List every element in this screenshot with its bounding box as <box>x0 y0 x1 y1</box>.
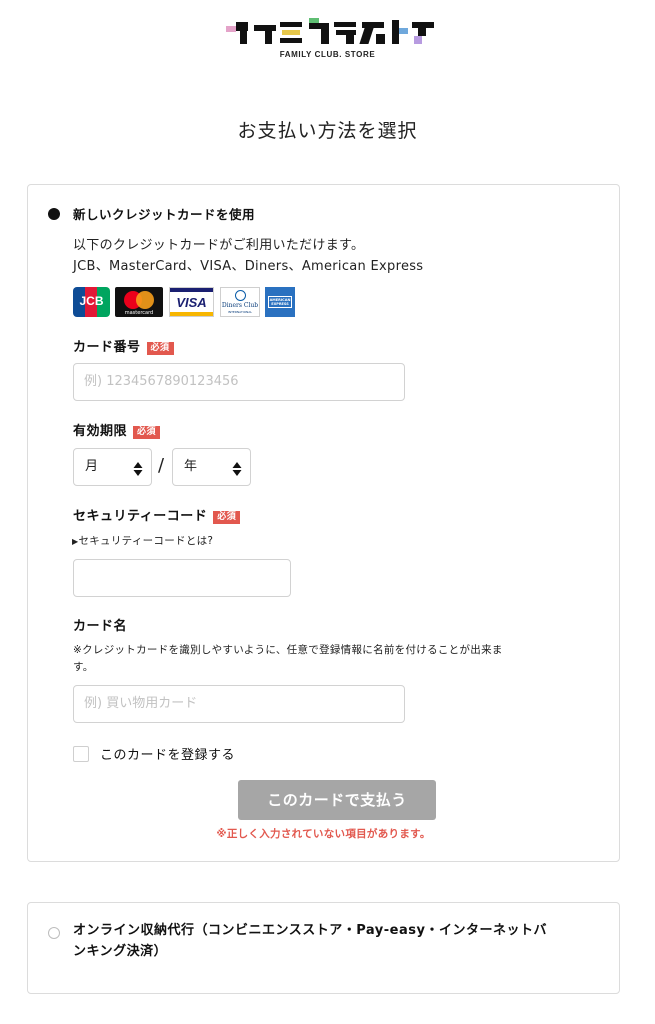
required-badge: 必須 <box>213 511 241 524</box>
security-code-input[interactable] <box>73 559 291 597</box>
expiry-month-value: 月 <box>85 459 99 474</box>
diners-logo-text: Diners Club <box>221 302 259 309</box>
amex-logo-text: AMERICAN EXPRESS <box>269 298 291 306</box>
accepted-cards-description: 以下のクレジットカードがご利用いただけます。 JCB、MasterCard、VI… <box>73 235 423 277</box>
card-number-input[interactable]: 例) 1234567890123456 <box>73 363 405 401</box>
select-arrows-icon <box>133 462 143 476</box>
security-code-help-link[interactable]: ▶セキュリティーコードとは? <box>72 533 213 550</box>
card-name-note: ※クレジットカードを識別しやすいように、任意で登録情報に名前を付けることが出来ま… <box>73 642 595 676</box>
mastercard-logo-icon: mastercard <box>115 287 163 317</box>
validation-error-message: ※正しく入力されていない項目があります。 <box>216 828 431 840</box>
store-logo[interactable]: FAMILY CLUB. STORE <box>0 12 655 59</box>
expiry-label: 有効期限 必須 <box>73 423 161 441</box>
diners-logo-subtext: INTERNATIONAL <box>227 310 253 314</box>
card-name-input[interactable]: 例) 買い物用カード <box>73 685 405 723</box>
page-title: お支払い方法を選択 <box>237 120 418 142</box>
security-code-help-text: セキュリティーコードとは? <box>78 535 214 547</box>
diners-club-logo-icon: Diners Club INTERNATIONAL <box>220 287 260 317</box>
online-payment-option-title[interactable]: オンライン収納代行（コンビニエンスストア・Pay-easy・インターネットバ ン… <box>73 920 593 962</box>
expiry-year-value: 年 <box>184 459 198 474</box>
expiry-month-select[interactable]: 月 <box>73 448 152 486</box>
security-code-label: セキュリティーコード 必須 <box>73 508 241 526</box>
credit-card-option-title[interactable]: 新しいクレジットカードを使用 <box>73 205 255 225</box>
jcb-logo-text: JCB <box>79 294 104 308</box>
card-number-label-text: カード番号 <box>73 340 141 355</box>
register-card-checkbox[interactable] <box>73 746 89 762</box>
visa-logo-icon: VISA <box>169 287 214 317</box>
mastercard-logo-text: mastercard <box>124 310 154 316</box>
description-line: JCB、MasterCard、VISA、Diners、American Expr… <box>73 259 424 274</box>
pay-with-card-button[interactable]: このカードで支払う <box>238 780 436 820</box>
american-express-logo-icon: AMERICAN EXPRESS <box>265 287 295 317</box>
card-name-label: カード名 <box>73 619 128 634</box>
expiry-year-select[interactable]: 年 <box>172 448 251 486</box>
online-payment-title-line: ンキング決済） <box>73 944 168 959</box>
online-payment-title-line: オンライン収納代行（コンビニエンスストア・Pay-easy・インターネットバ <box>73 923 547 938</box>
description-line: 以下のクレジットカードがご利用いただけます。 <box>73 238 365 253</box>
logo-mark-icon <box>220 12 436 48</box>
card-name-note-line: す。 <box>73 661 94 673</box>
security-code-label-text: セキュリティーコード <box>73 509 208 524</box>
register-card-label[interactable]: このカードを登録する <box>100 744 235 763</box>
online-payment-radio[interactable] <box>48 927 60 939</box>
logo-subtitle: FAMILY CLUB. STORE <box>279 50 376 59</box>
credit-card-option-panel: 新しいクレジットカードを使用 以下のクレジットカードがご利用いただけます。 JC… <box>27 184 620 862</box>
select-arrows-icon <box>232 462 242 476</box>
visa-logo-text: VISA <box>176 295 207 310</box>
card-number-label: カード番号 必須 <box>73 339 174 357</box>
card-name-note-line: ※クレジットカードを識別しやすいように、任意で登録情報に名前を付けることが出来ま <box>73 644 503 656</box>
required-badge: 必須 <box>146 342 174 355</box>
credit-card-radio[interactable] <box>48 208 60 220</box>
jcb-logo-icon: JCB <box>73 287 110 317</box>
required-badge: 必須 <box>133 426 161 439</box>
expiry-separator: / <box>158 455 165 476</box>
expiry-label-text: 有効期限 <box>73 424 128 439</box>
online-payment-option-panel: オンライン収納代行（コンビニエンスストア・Pay-easy・インターネットバ ン… <box>27 902 620 994</box>
